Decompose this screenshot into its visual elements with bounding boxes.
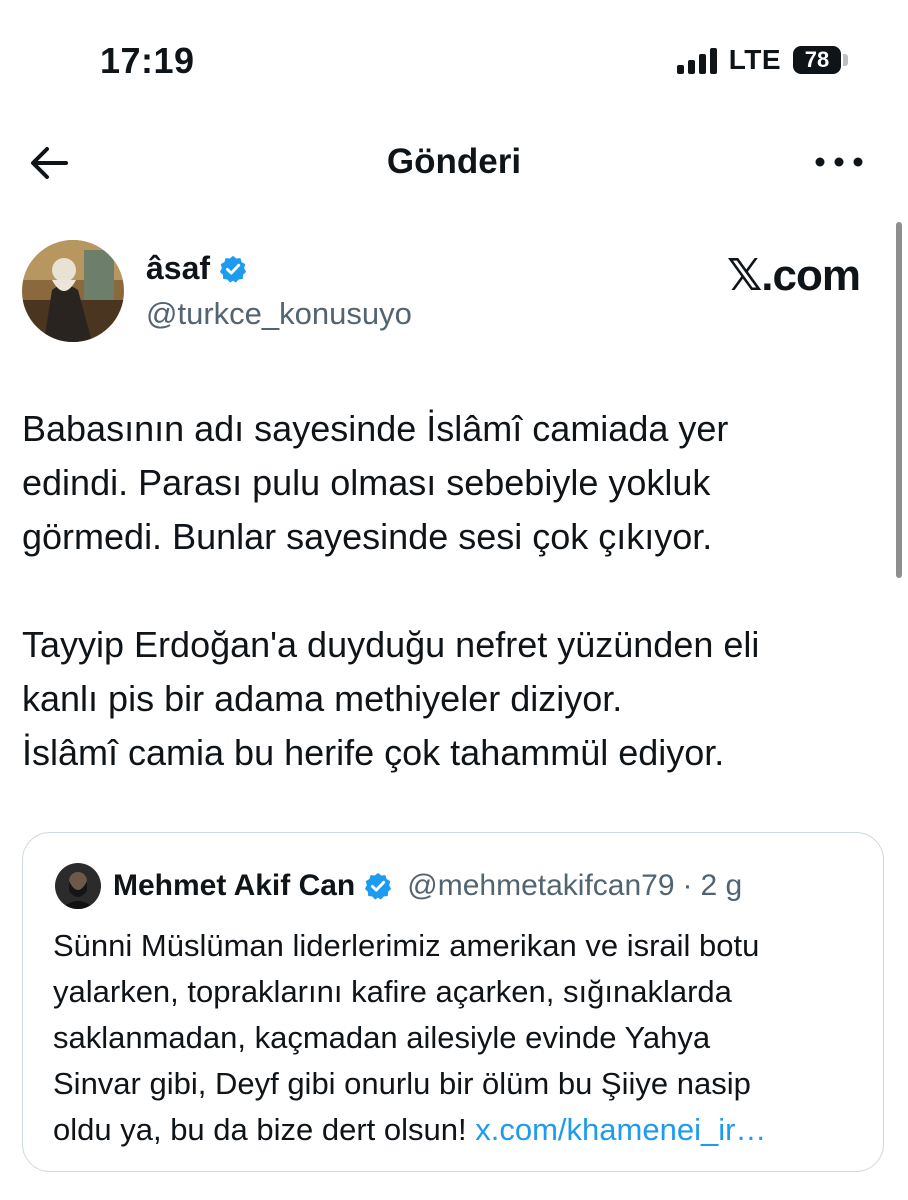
status-time: 17:19 (100, 40, 195, 81)
cellular-signal-icon (676, 46, 717, 74)
quote-author-avatar[interactable] (55, 863, 101, 909)
x-com-logo: 𝕏 .com (726, 250, 861, 301)
quote-last-line: oldu ya, bu da bize dert olsun! x.com/kh… (53, 1107, 873, 1153)
status-indicators: LTE 78 (676, 44, 848, 76)
quoted-tweet-card[interactable]: Mehmet Akif Can @mehmetakifcan79 · 2 g S… (22, 832, 884, 1172)
network-type: LTE (728, 44, 781, 75)
tweet-line: kanlı pis bir adama methiyeler diziyor. (22, 678, 623, 719)
quote-line: saklanmadan, kaçmadan ailesiyle evinde Y… (53, 1020, 711, 1055)
tweet-line: Babasının adı sayesinde İslâmî camiada y… (22, 408, 729, 449)
author-display-name: âsaf (146, 250, 211, 286)
quote-header: Mehmet Akif Can @mehmetakifcan79 · 2 g (113, 869, 742, 903)
author-handle[interactable]: @turkce_konusuyo (146, 296, 412, 332)
tweet-text: Babasının adı sayesinde İslâmî camiada y… (22, 402, 882, 780)
quote-author-handle[interactable]: @mehmetakifcan79 (407, 869, 674, 903)
quote-line: Sinvar gibi, Deyf gibi onurlu bir ölüm b… (53, 1066, 751, 1101)
quote-text: Sünni Müslüman liderlerimiz amerikan ve … (53, 923, 873, 1153)
avatar-image (22, 240, 124, 342)
author-name[interactable]: âsaf (146, 250, 248, 287)
tweet-line: Tayyip Erdoğan'a duyduğu nefret yüzünden… (22, 624, 760, 665)
ellipsis-icon (815, 157, 863, 167)
author-avatar[interactable] (22, 240, 124, 342)
x-logo-icon: 𝕏 (726, 250, 762, 301)
brand-suffix: .com (761, 250, 861, 300)
battery-level: 78 (793, 46, 841, 74)
tweet-line: görmedi. Bunlar sayesinde sesi çok çıkıy… (22, 516, 713, 557)
scrollbar[interactable] (896, 222, 902, 578)
battery-icon: 78 (793, 46, 848, 74)
verified-badge-icon (365, 872, 392, 900)
more-options-button[interactable] (814, 150, 864, 174)
quote-link[interactable]: x.com/khamenei_ir… (475, 1112, 766, 1147)
quote-avatar-image (55, 863, 101, 909)
quote-line: Sünni Müslüman liderlerimiz amerikan ve … (53, 928, 760, 963)
quote-timestamp[interactable]: 2 g (701, 869, 743, 903)
quote-line-text: oldu ya, bu da bize dert olsun! (53, 1112, 467, 1147)
verified-badge-icon (219, 255, 247, 283)
tweet-line: edindi. Parası pulu olması sebebiyle yok… (22, 462, 711, 503)
tweet-line: İslâmî camia bu herife çok tahammül ediy… (22, 732, 725, 773)
quote-line: yalarken, topraklarını kafire açarken, s… (53, 974, 732, 1009)
quote-separator: · (682, 869, 693, 902)
page-title: Gönderi (386, 142, 522, 181)
quote-author-name[interactable]: Mehmet Akif Can (113, 869, 355, 903)
